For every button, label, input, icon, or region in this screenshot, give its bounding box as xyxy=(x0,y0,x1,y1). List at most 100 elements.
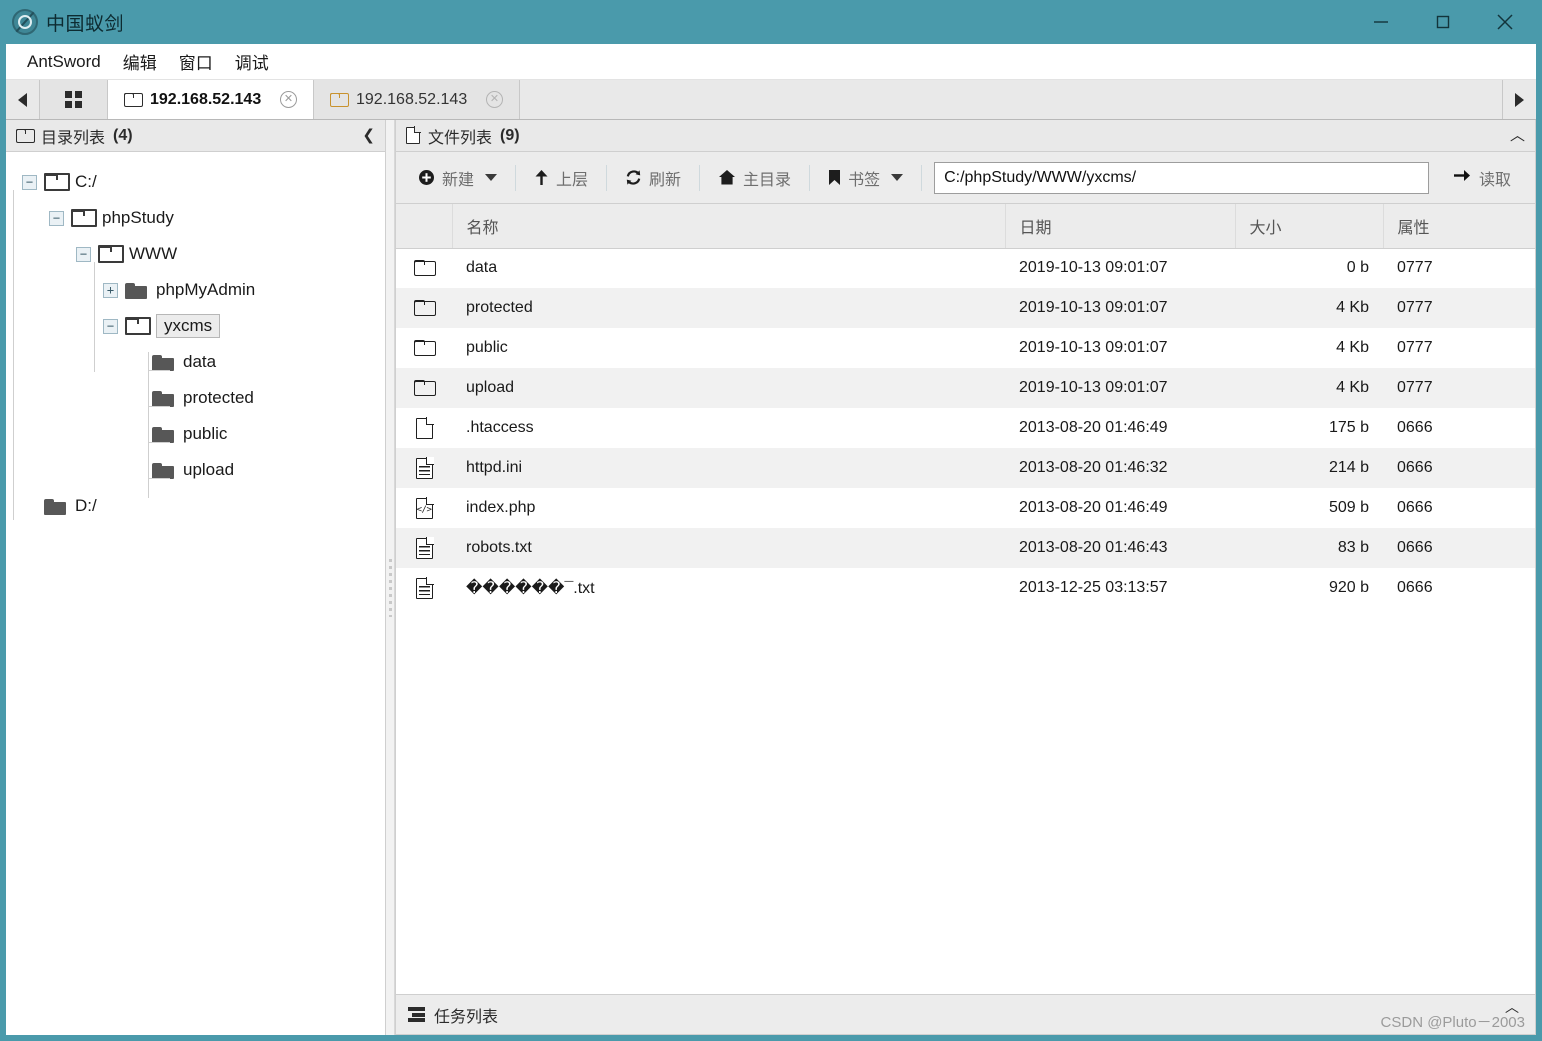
close-icon[interactable] xyxy=(1474,0,1536,44)
read-button[interactable]: 读取 xyxy=(1437,160,1527,196)
row-icon-cell xyxy=(396,328,452,368)
file-table: 名称 日期 大小 属性 data 2019-10-13 09:01:07 0 b 07… xyxy=(396,204,1535,608)
tree-guide-line xyxy=(94,262,95,372)
column-header-attr[interactable]: 属性 xyxy=(1383,204,1535,249)
row-attr: 0666 xyxy=(1383,448,1535,488)
home-directory-button[interactable]: 主目录 xyxy=(704,160,805,196)
row-size: 4 Kb xyxy=(1235,368,1383,408)
folder-icon xyxy=(125,282,147,299)
refresh-button-label: 刷新 xyxy=(649,171,682,189)
tree-guide-stub-0 xyxy=(148,370,170,371)
menu-bar: AntSword 编辑 窗口 调试 xyxy=(6,44,1536,80)
row-size: 509 b xyxy=(1328,499,1369,516)
tab-192-168-52-143-primary[interactable]: 192.168.52.143 ✕ xyxy=(108,80,314,119)
grid-icon xyxy=(64,90,83,109)
tree-node-yxcms[interactable]: − yxcms xyxy=(22,308,385,344)
tree-node-upload[interactable]: upload xyxy=(22,452,385,488)
tree-node-label: data xyxy=(183,352,217,371)
file-icon xyxy=(406,126,421,144)
expand-icon[interactable]: + xyxy=(103,282,118,298)
tab-scroll-right-button[interactable] xyxy=(1502,80,1536,119)
tree-guide-line xyxy=(13,190,14,520)
maximize-icon[interactable] xyxy=(1412,0,1474,44)
row-date: 2019-10-13 09:01:07 xyxy=(1005,288,1235,328)
bookmark-button[interactable]: 书签 xyxy=(814,160,917,196)
menu-item-debug[interactable]: 调试 xyxy=(224,46,280,77)
table-row[interactable]: .htaccess 2013-08-20 01:46:49 175 b 0666 xyxy=(396,408,1535,448)
tree-node-phpstudy[interactable]: − phpStudy xyxy=(22,200,385,236)
column-header-size[interactable]: 大小 xyxy=(1235,204,1384,249)
collapse-icon[interactable]: − xyxy=(22,174,37,190)
panel-splitter[interactable] xyxy=(386,120,395,1035)
file-table-head: 名称 日期 大小 属性 xyxy=(396,204,1535,249)
tree-node-public[interactable]: public xyxy=(22,416,385,452)
table-row[interactable]: </> index.php 2013-08-20 01:46:49 509 b 0666 xyxy=(396,488,1535,528)
file-blank-icon xyxy=(415,416,434,439)
close-circle-icon[interactable]: ✕ xyxy=(486,91,503,108)
tab-home-button[interactable] xyxy=(40,80,108,119)
folder-icon xyxy=(152,354,174,371)
menu-item-window[interactable]: 窗口 xyxy=(168,46,224,77)
tree-node-label: upload xyxy=(183,460,235,479)
plus-circle-icon xyxy=(418,169,435,186)
column-header-name[interactable]: 名称 xyxy=(452,204,1006,249)
row-date: 2013-08-20 01:46:49 xyxy=(1019,499,1168,516)
refresh-icon xyxy=(625,169,642,186)
tree-node-c[interactable]: − C:/ xyxy=(22,164,385,200)
row-name: .htaccess xyxy=(466,419,534,436)
directory-tree: − C:/ − phpStudy − WWW + phpMyAdmin − yxcms data pr… xyxy=(6,152,385,1035)
file-list-title: 文件列表 xyxy=(428,129,493,147)
table-row[interactable]: httpd.ini 2013-08-20 01:46:32 214 b 0666 xyxy=(396,448,1535,488)
folder-open-icon xyxy=(125,316,151,335)
new-button[interactable]: 新建 xyxy=(404,160,511,196)
row-attr: 0666 xyxy=(1397,499,1433,516)
bookmark-button-label: 书签 xyxy=(848,171,881,189)
table-row[interactable]: data 2019-10-13 09:01:07 0 b 0777 xyxy=(396,248,1535,288)
table-row[interactable]: protected 2019-10-13 09:01:07 4 Kb 0777 xyxy=(396,288,1535,328)
path-input[interactable] xyxy=(934,161,1429,194)
row-attr: 0777 xyxy=(1383,288,1535,328)
tree-node-data[interactable]: data xyxy=(22,344,385,380)
chevron-down-icon[interactable] xyxy=(485,174,498,181)
menu-item-antsword[interactable]: AntSword xyxy=(16,49,112,75)
tree-node-www[interactable]: − WWW xyxy=(22,236,385,272)
file-toolbar: 新建 上层 刷新 主目录 书签 C:/phpStudy/WWW/yxcms/ 读… xyxy=(396,152,1535,204)
close-circle-icon[interactable]: ✕ xyxy=(280,91,297,108)
task-list-icon xyxy=(408,1007,425,1022)
tab-scroll-left-button[interactable] xyxy=(6,80,40,119)
arrow-up-icon xyxy=(534,169,549,186)
tab-192-168-52-143-secondary[interactable]: 192.168.52.143 ✕ xyxy=(314,80,520,119)
file-table-body: data 2019-10-13 09:01:07 0 b 0777 protected 2… xyxy=(396,248,1535,608)
row-size: 83 b xyxy=(1235,528,1383,568)
main-body: 目录列表 (4) ❮ − C:/− phpStudy − WWW + phpMyAdmin −… xyxy=(6,120,1536,1035)
minimize-icon[interactable] xyxy=(1350,0,1412,44)
tree-node-d[interactable]: D:/ xyxy=(22,488,385,524)
collapse-icon[interactable]: − xyxy=(76,246,91,262)
up-button[interactable]: 上层 xyxy=(520,160,602,196)
tree-guide-stub-3 xyxy=(148,478,170,479)
column-header-date[interactable]: 日期 xyxy=(1005,204,1236,249)
window-controls xyxy=(1350,0,1536,44)
row-name: httpd.ini xyxy=(452,448,1005,488)
tree-node-protected[interactable]: protected xyxy=(22,380,385,416)
task-list-bar[interactable]: 任务列表 ︿ CSDN @Pluto－2003 xyxy=(396,994,1535,1034)
table-row[interactable]: upload 2019-10-13 09:01:07 4 Kb 0777 xyxy=(396,368,1535,408)
file-list-panel: 文件列表 (9) ︿ 新建 上层 刷新 主目录 书签 C:/phpStudy/W… xyxy=(395,120,1536,1035)
refresh-button[interactable]: 刷新 xyxy=(611,160,695,196)
row-size: 4 Kb xyxy=(1336,339,1369,356)
chevron-down-icon[interactable] xyxy=(891,174,904,181)
tree-node-label: D:/ xyxy=(75,496,97,515)
collapse-icon[interactable]: − xyxy=(103,318,118,334)
chevron-up-icon[interactable]: ︿ xyxy=(1510,128,1525,143)
table-row[interactable]: robots.txt 2013-08-20 01:46:43 83 b 0666 xyxy=(396,528,1535,568)
tree-node-phpmyadmin[interactable]: + phpMyAdmin xyxy=(22,272,385,308)
chevron-left-icon[interactable]: ❮ xyxy=(362,128,375,143)
table-row[interactable]: public 2019-10-13 09:01:07 4 Kb 0777 xyxy=(396,328,1535,368)
new-button-label: 新建 xyxy=(442,171,475,189)
task-list-label: 任务列表 xyxy=(434,1008,499,1026)
folder-icon xyxy=(152,426,174,443)
menu-item-edit[interactable]: 编辑 xyxy=(112,46,168,77)
table-row[interactable]: ������¯.txt 2013-12-25 03:13:57 920 b 0666 xyxy=(396,568,1535,608)
collapse-icon[interactable]: − xyxy=(49,210,64,226)
